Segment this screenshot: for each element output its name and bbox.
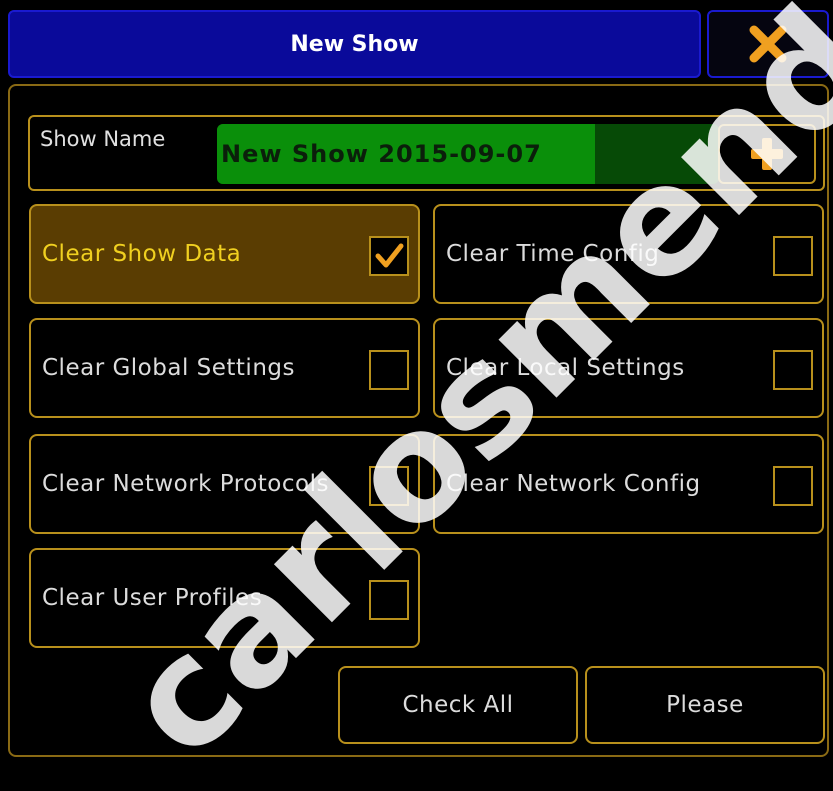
- option-label: Clear Global Settings: [42, 355, 295, 381]
- checkbox[interactable]: [773, 466, 813, 506]
- option-label: Clear Show Data: [42, 241, 242, 267]
- option-clear-show-data[interactable]: Clear Show Data: [29, 204, 420, 304]
- check-all-label: Check All: [402, 692, 514, 718]
- option-label: Clear Time Config: [446, 241, 660, 267]
- check-all-button[interactable]: Check All: [338, 666, 578, 744]
- checkbox[interactable]: [369, 350, 409, 390]
- option-clear-global-settings[interactable]: Clear Global Settings: [29, 318, 420, 418]
- option-clear-user-profiles[interactable]: Clear User Profiles: [29, 548, 420, 648]
- checkbox[interactable]: [773, 236, 813, 276]
- option-label: Clear Network Config: [446, 471, 701, 497]
- checkbox[interactable]: [369, 580, 409, 620]
- option-clear-time-config[interactable]: Clear Time Config: [433, 204, 824, 304]
- close-button[interactable]: [707, 10, 829, 78]
- show-name-input[interactable]: New Show 2015-09-07: [217, 124, 719, 184]
- checkbox[interactable]: [369, 466, 409, 506]
- option-label: Clear Network Protocols: [42, 471, 329, 497]
- option-clear-local-settings[interactable]: Clear Local Settings: [433, 318, 824, 418]
- please-label: Please: [666, 692, 744, 718]
- show-name-value: New Show 2015-09-07: [221, 140, 542, 168]
- add-button[interactable]: [718, 124, 816, 184]
- checkmark-icon: [375, 243, 404, 268]
- option-label: Clear Local Settings: [446, 355, 685, 381]
- option-label: Clear User Profiles: [42, 585, 263, 611]
- close-x-icon: [749, 25, 787, 63]
- checkbox[interactable]: [773, 350, 813, 390]
- dialog-title-bar: New Show: [8, 10, 701, 78]
- dialog-title: New Show: [290, 31, 419, 57]
- checkbox-checked[interactable]: [369, 236, 409, 276]
- option-clear-network-config[interactable]: Clear Network Config: [433, 434, 824, 534]
- show-name-label: Show Name: [40, 127, 166, 151]
- option-clear-network-protocols[interactable]: Clear Network Protocols: [29, 434, 420, 534]
- plus-icon: [751, 138, 783, 170]
- show-name-row: Show Name New Show 2015-09-07: [28, 115, 825, 191]
- please-button[interactable]: Please: [585, 666, 825, 744]
